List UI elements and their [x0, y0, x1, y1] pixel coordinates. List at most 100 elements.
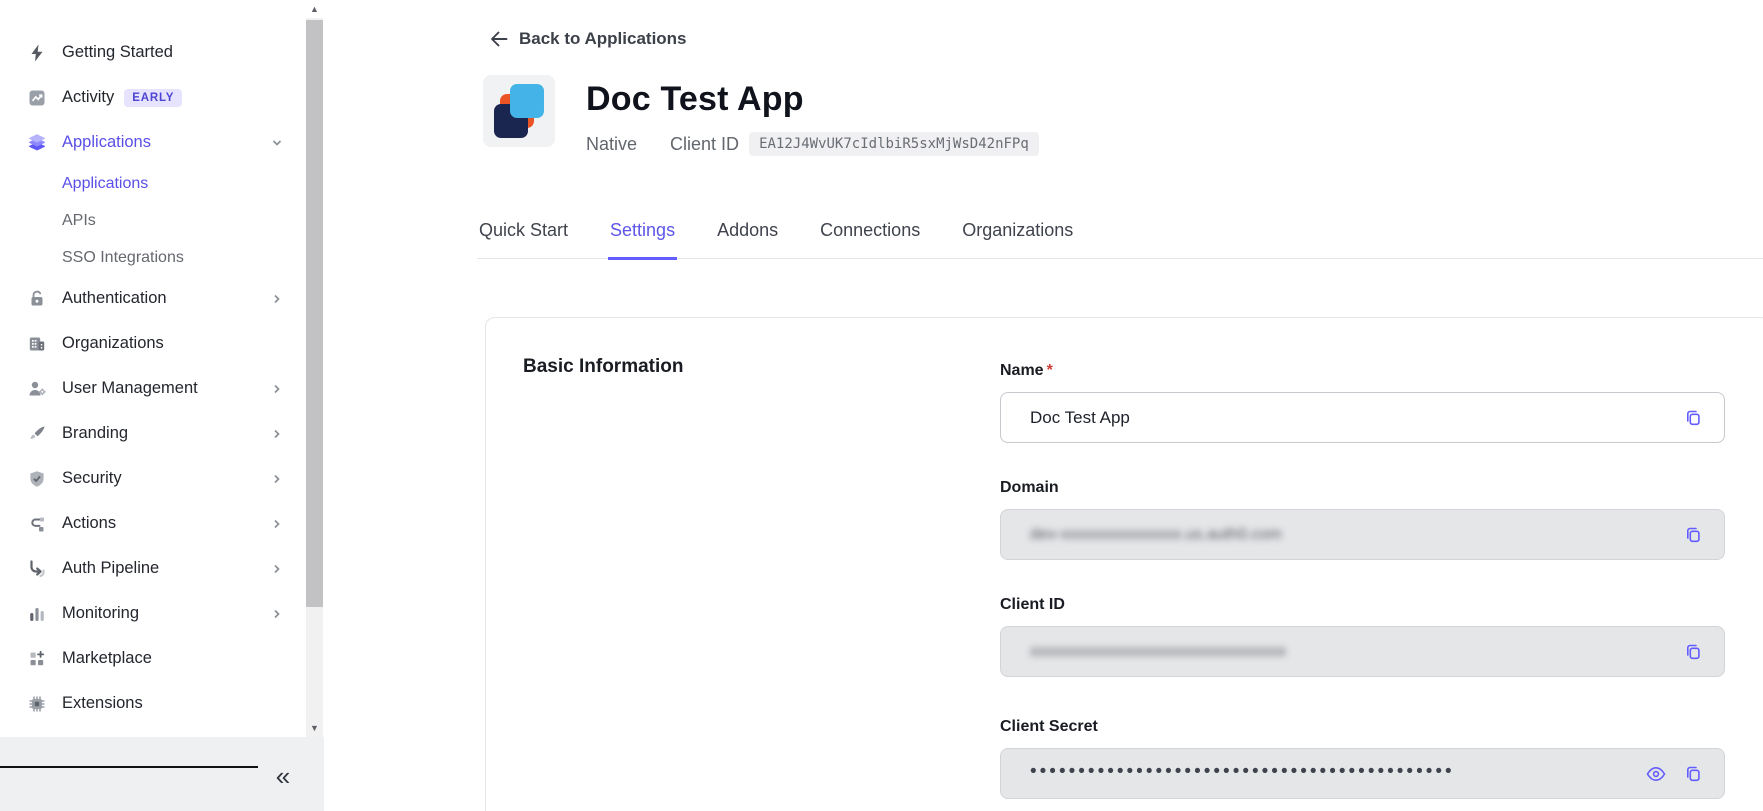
sidebar-item-authentication[interactable]: Authentication	[0, 276, 324, 321]
tab-bar: Quick Start Settings Addons Connections …	[477, 216, 1763, 259]
shield-check-icon	[27, 469, 47, 489]
copy-icon	[1683, 764, 1703, 784]
section-title: Basic Information	[523, 356, 683, 378]
app-header: Doc Test App Native Client ID EA12J4WvUK…	[586, 80, 1039, 156]
main-content: Back to Applications Doc Test App Native…	[324, 0, 1763, 811]
back-link-label: Back to Applications	[519, 29, 687, 49]
required-asterisk: *	[1047, 362, 1053, 379]
building-icon	[27, 334, 47, 354]
sidebar-scrollbar[interactable]: ▲ ▼	[306, 0, 323, 737]
pipeline-icon	[27, 559, 47, 579]
sidebar-item-label: Auth Pipeline	[62, 559, 159, 578]
scrollbar-up-arrow-icon[interactable]: ▲	[306, 0, 323, 18]
sidebar-footer: «	[0, 737, 324, 811]
copy-icon	[1683, 525, 1703, 545]
domain-field-group: Domain dev-xxxxxxxxxxxxxxx.us.auth0.com	[1000, 479, 1725, 560]
sidebar-item-label: Activity	[62, 88, 114, 107]
logo-blue-square	[510, 84, 544, 118]
chevron-right-icon	[268, 605, 286, 623]
sidebar-item-label: Actions	[62, 514, 116, 533]
chevron-right-icon	[268, 470, 286, 488]
sidebar-item-label: APIs	[62, 212, 96, 230]
sidebar-item-applications[interactable]: Applications	[0, 120, 324, 165]
sidebar-item-label: Branding	[62, 424, 128, 443]
activity-icon	[27, 88, 47, 108]
sidebar-item-label: SSO Integrations	[62, 249, 184, 267]
chevron-right-icon	[268, 290, 286, 308]
sidebar-item-extensions[interactable]: Extensions	[0, 681, 324, 726]
tab-organizations[interactable]: Organizations	[960, 216, 1075, 260]
tab-settings[interactable]: Settings	[608, 216, 677, 260]
tab-quick-start[interactable]: Quick Start	[477, 216, 570, 260]
sidebar-item-security[interactable]: Security	[0, 456, 324, 501]
chevron-right-icon	[268, 560, 286, 578]
sidebar-item-label: Monitoring	[62, 604, 139, 623]
client-id-field-group: Client ID xxxxxxxxxxxxxxxxxxxxxxxxxxxxxx…	[1000, 596, 1725, 677]
eye-icon	[1645, 763, 1667, 785]
chip-icon	[27, 694, 47, 714]
lock-icon	[27, 289, 47, 309]
sidebar-item-label: Authentication	[62, 289, 167, 308]
domain-label: Domain	[1000, 479, 1725, 497]
back-to-applications-link[interactable]: Back to Applications	[488, 28, 687, 50]
client-secret-input: ••••••••••••••••••••••••••••••••••••••••…	[1000, 748, 1725, 799]
applications-layers-icon	[27, 133, 47, 153]
sidebar-item-label: Applications	[62, 175, 148, 193]
name-input[interactable]	[1000, 392, 1725, 443]
sidebar-item-activity[interactable]: Activity EARLY	[0, 75, 324, 120]
sidebar-item-branding[interactable]: Branding	[0, 411, 324, 456]
copy-name-button[interactable]	[1682, 407, 1704, 429]
domain-value-redacted: dev-xxxxxxxxxxxxxxx.us.auth0.com	[1030, 526, 1282, 544]
lightning-icon	[27, 43, 47, 63]
chevron-right-icon	[268, 515, 286, 533]
sidebar-item-label: Organizations	[62, 334, 164, 353]
copy-domain-button[interactable]	[1682, 524, 1704, 546]
sidebar-item-marketplace[interactable]: Marketplace	[0, 636, 324, 681]
sidebar-item-monitoring[interactable]: Monitoring	[0, 591, 324, 636]
scrollbar-down-arrow-icon[interactable]: ▼	[306, 719, 323, 737]
early-badge: EARLY	[124, 89, 182, 107]
app-window: Getting Started Activity EARLY Applica	[0, 0, 1763, 811]
flow-icon	[27, 514, 47, 534]
sidebar-item-user-management[interactable]: User Management	[0, 366, 324, 411]
name-label: Name*	[1000, 362, 1725, 380]
bar-chart-icon	[27, 604, 47, 624]
tab-addons[interactable]: Addons	[715, 216, 780, 260]
reveal-client-secret-button[interactable]	[1645, 763, 1667, 785]
client-id-chip[interactable]: EA12J4WvUK7cIdlbiR5sxMjWsD42nFPq	[749, 132, 1039, 156]
collapse-sidebar-button[interactable]: «	[266, 759, 300, 793]
paintbrush-icon	[27, 424, 47, 444]
sidebar-item-label: Extensions	[62, 694, 143, 713]
domain-input: dev-xxxxxxxxxxxxxxx.us.auth0.com	[1000, 509, 1725, 560]
sidebar-item-organizations[interactable]: Organizations	[0, 321, 324, 366]
page-title: Doc Test App	[586, 80, 1039, 119]
sidebar-item-label: Applications	[62, 133, 151, 152]
sidebar-item-auth-pipeline[interactable]: Auth Pipeline	[0, 546, 324, 591]
sidebar-item-apis[interactable]: APIs	[0, 202, 324, 239]
sidebar-item-actions[interactable]: Actions	[0, 501, 324, 546]
sidebar-item-label: Security	[62, 469, 122, 488]
app-type-label: Native	[586, 134, 637, 155]
client-id-label: Client ID	[670, 134, 739, 155]
double-chevron-left-icon: «	[276, 761, 290, 792]
app-logo	[483, 75, 555, 147]
sidebar-item-label: User Management	[62, 379, 198, 398]
copy-icon	[1683, 642, 1703, 662]
user-gear-icon	[27, 379, 47, 399]
sidebar-item-applications-sub[interactable]: Applications	[0, 165, 324, 202]
sidebar-item-getting-started[interactable]: Getting Started	[0, 30, 324, 75]
scrollbar-thumb[interactable]	[306, 20, 323, 607]
client-id-input: xxxxxxxxxxxxxxxxxxxxxxxxxxxxxxxx	[1000, 626, 1725, 677]
chevron-down-icon	[268, 134, 286, 152]
copy-client-id-button[interactable]	[1682, 641, 1704, 663]
copy-icon	[1683, 408, 1703, 428]
client-secret-label: Client Secret	[1000, 718, 1725, 736]
copy-client-secret-button[interactable]	[1682, 763, 1704, 785]
back-arrow-icon	[488, 28, 510, 50]
sidebar: Getting Started Activity EARLY Applica	[0, 0, 324, 811]
client-id-value-redacted: xxxxxxxxxxxxxxxxxxxxxxxxxxxxxxxx	[1030, 643, 1286, 661]
tab-connections[interactable]: Connections	[818, 216, 922, 260]
chevron-right-icon	[268, 425, 286, 443]
sidebar-item-sso-integrations[interactable]: SSO Integrations	[0, 239, 324, 276]
client-secret-field-group: Client Secret ••••••••••••••••••••••••••…	[1000, 718, 1725, 799]
